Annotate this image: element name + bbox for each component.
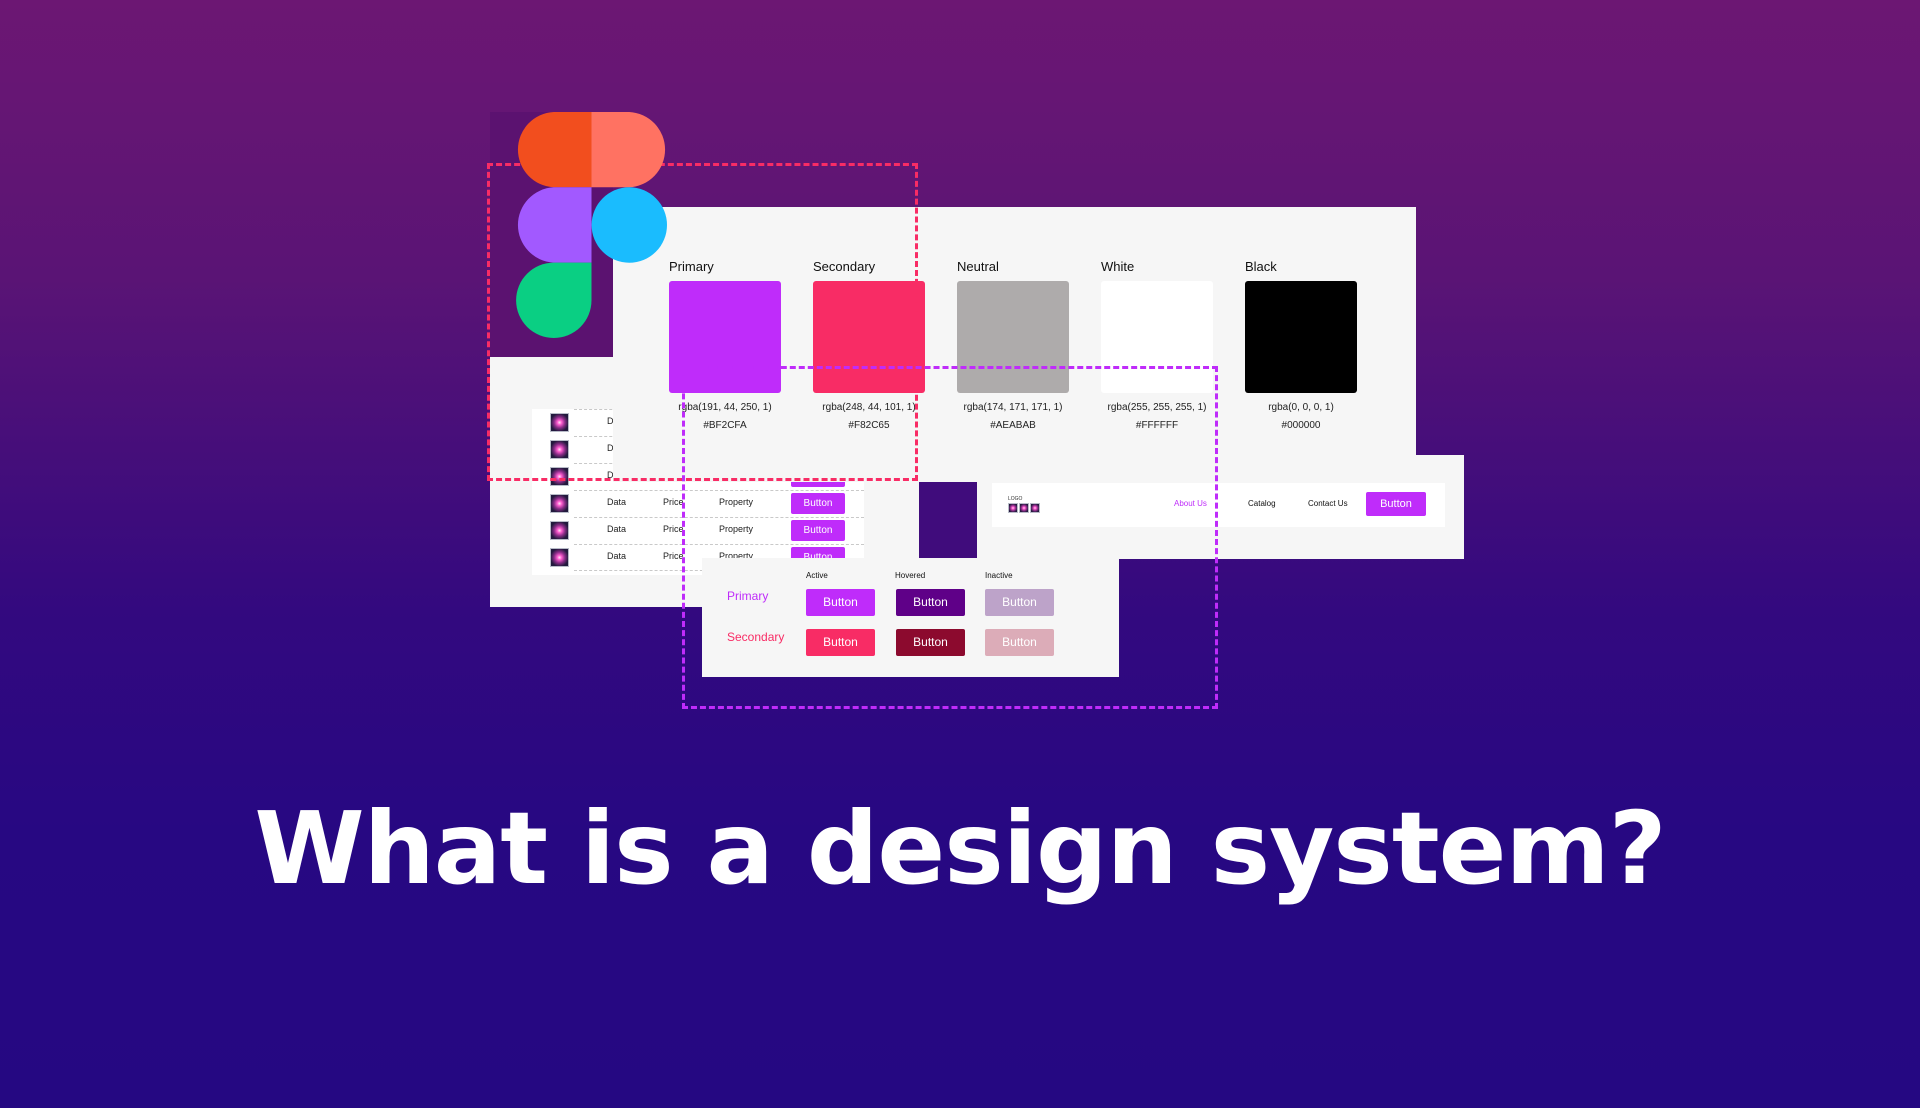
swatch-black[interactable]	[1245, 281, 1357, 393]
selection-guide-purple	[682, 366, 1218, 709]
cell-data: Data	[607, 524, 627, 534]
nav-link-contact[interactable]: Contact Us	[1308, 499, 1348, 508]
swatch-label-white: White	[1101, 259, 1135, 274]
cell-data: Data	[607, 551, 627, 561]
nav-link-catalog[interactable]: Catalog	[1248, 499, 1276, 508]
cell-data: Data	[607, 497, 627, 507]
page-title: What is a design system?	[254, 790, 1666, 907]
figma-logo-icon	[516, 112, 667, 338]
cell-price: Price	[663, 551, 684, 561]
image-thumbnail-icon	[550, 521, 569, 540]
swatch-hex: #000000	[1281, 420, 1321, 431]
swatch-label-black: Black	[1245, 259, 1277, 274]
swatch-label-neutral: Neutral	[957, 259, 999, 274]
image-thumbnail-icon	[550, 548, 569, 567]
swatch-rgba: rgba(0, 0, 0, 1)	[1268, 402, 1334, 413]
cell-price: Price	[663, 524, 684, 534]
cell-price: Price	[663, 497, 684, 507]
nav-cta-button[interactable]: Button	[1366, 492, 1426, 516]
image-thumbnail-icon	[550, 494, 569, 513]
